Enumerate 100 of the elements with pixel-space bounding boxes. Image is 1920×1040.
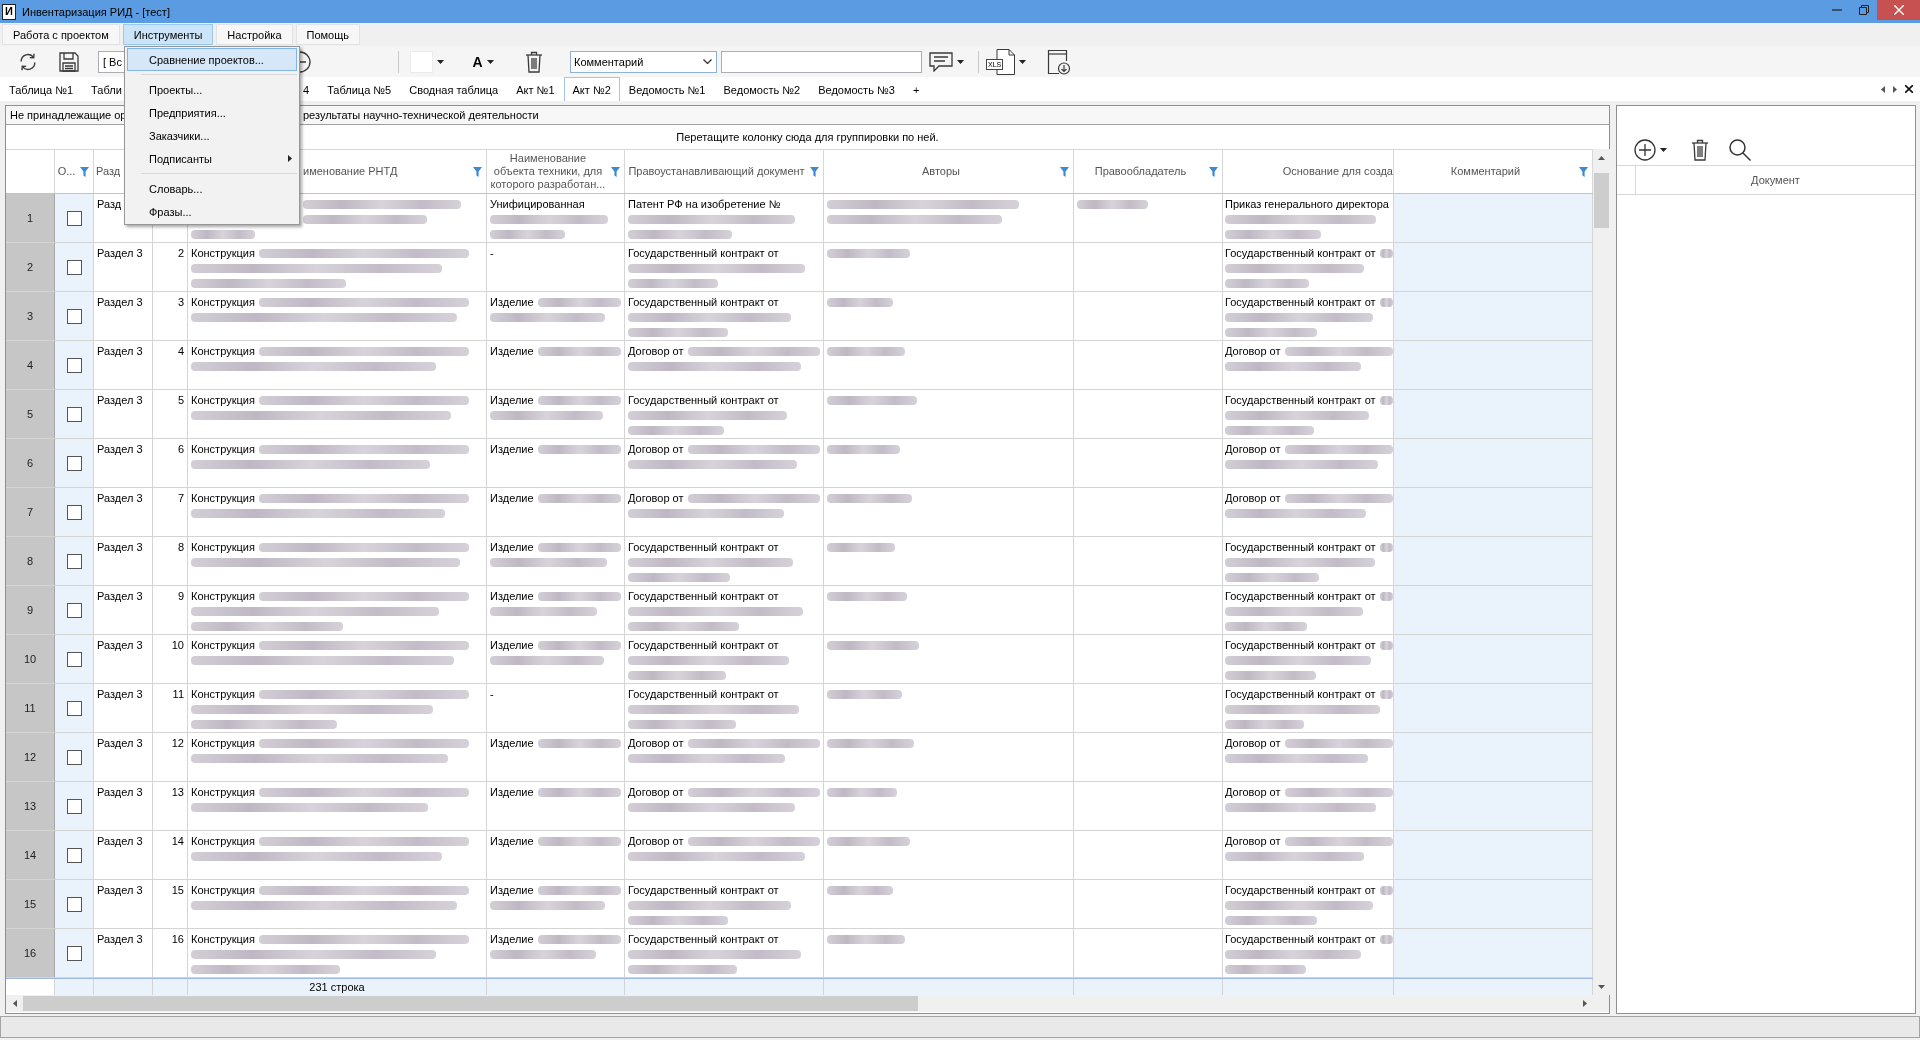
tab[interactable]: Ведомость №1 (619, 77, 715, 101)
scroll-right-icon[interactable] (1582, 1000, 1587, 1007)
checkbox[interactable] (66, 308, 82, 324)
checkbox[interactable] (66, 700, 82, 716)
row-header[interactable]: 2 (6, 243, 55, 291)
checkbox[interactable] (66, 749, 82, 765)
comment-cell[interactable] (1394, 243, 1593, 291)
comment-cell[interactable] (1394, 880, 1593, 928)
comment-cell[interactable] (1394, 390, 1593, 438)
comment-cell[interactable] (1394, 782, 1593, 830)
filter-icon[interactable] (473, 166, 482, 177)
filter-icon[interactable] (80, 166, 89, 177)
tab[interactable]: Акт №1 (507, 77, 564, 101)
scrollbar-thumb[interactable] (23, 996, 918, 1011)
tab[interactable]: Ведомость №2 (714, 77, 810, 101)
tab[interactable]: + (903, 77, 929, 101)
comment-cell[interactable] (1394, 635, 1593, 683)
filter-icon[interactable] (1579, 166, 1588, 177)
menu-item[interactable]: Предприятия... (127, 101, 297, 124)
comment-cell[interactable] (1394, 586, 1593, 634)
column-header[interactable]: Наименование объекта техники, для которого разработан... (490, 152, 606, 191)
column-header[interactable]: Разд (96, 165, 121, 178)
scroll-left-icon[interactable] (12, 1000, 17, 1007)
filter-icon[interactable] (1060, 166, 1069, 177)
menu-item[interactable]: Инструменты (122, 24, 214, 45)
comment-cell[interactable] (1394, 194, 1593, 242)
filter-icon[interactable] (611, 166, 620, 177)
row-header[interactable]: 11 (6, 684, 55, 732)
checkbox[interactable] (66, 406, 82, 422)
checkbox[interactable] (66, 504, 82, 520)
tab[interactable]: Табли (82, 77, 123, 101)
scroll-up-icon[interactable] (1598, 155, 1605, 160)
row-header[interactable]: 1 (6, 194, 55, 242)
checkbox[interactable] (66, 602, 82, 618)
checkbox[interactable] (66, 553, 82, 569)
checkbox[interactable] (66, 847, 82, 863)
column-header[interactable]: именование РНТД (303, 165, 398, 178)
row-header[interactable]: 16 (6, 929, 55, 977)
column-header[interactable]: О... (57, 165, 76, 178)
menu-item[interactable]: Проекты... (127, 78, 297, 101)
close-button[interactable] (1877, 0, 1920, 20)
scrollbar-thumb[interactable] (1594, 173, 1609, 228)
column-header[interactable]: Документ (1751, 174, 1800, 186)
menu-item[interactable]: Сравнение проектов... (127, 48, 297, 71)
menu-item[interactable]: Фразы... (127, 200, 297, 223)
tab[interactable]: Таблица №5 (318, 77, 401, 101)
checkbox[interactable] (66, 210, 82, 226)
checkbox[interactable] (66, 896, 82, 912)
menu-item[interactable]: Заказчики... (127, 124, 297, 147)
row-header[interactable]: 10 (6, 635, 55, 683)
comment-cell[interactable] (1394, 341, 1593, 389)
row-header[interactable]: 7 (6, 488, 55, 536)
row-header[interactable]: 9 (6, 586, 55, 634)
row-header[interactable]: 14 (6, 831, 55, 879)
checkbox[interactable] (66, 945, 82, 961)
comment-cell[interactable] (1394, 831, 1593, 879)
scroll-tabs-left-button[interactable] (1879, 83, 1887, 95)
comment-cell[interactable] (1394, 929, 1593, 977)
tab[interactable]: 4 (300, 77, 319, 101)
row-header[interactable]: 6 (6, 439, 55, 487)
column-header[interactable]: Основание для созда (1282, 165, 1393, 178)
scroll-down-icon[interactable] (1598, 984, 1605, 989)
checkbox[interactable] (66, 259, 82, 275)
row-header[interactable]: 3 (6, 292, 55, 340)
comment-cell[interactable] (1394, 684, 1593, 732)
menu-item[interactable]: Словарь... (127, 177, 297, 200)
row-header[interactable]: 4 (6, 341, 55, 389)
close-tab-button[interactable] (1903, 83, 1915, 95)
tab[interactable]: Ведомость №3 (809, 77, 904, 101)
column-header[interactable]: Авторы (922, 165, 960, 178)
checkbox[interactable] (66, 798, 82, 814)
menu-item[interactable]: Работа с проектом (2, 24, 120, 45)
tab[interactable]: Таблица №1 (0, 77, 83, 101)
tab[interactable]: Сводная таблица (400, 77, 508, 101)
comment-cell[interactable] (1394, 439, 1593, 487)
filter-icon[interactable] (1209, 166, 1218, 177)
row-header[interactable]: 15 (6, 880, 55, 928)
column-header[interactable]: Правообладатель (1094, 165, 1187, 178)
menu-item[interactable]: Подписанты (127, 147, 297, 170)
row-header[interactable]: 12 (6, 733, 55, 781)
tab[interactable]: Акт №2 (563, 77, 620, 101)
comment-cell[interactable] (1394, 488, 1593, 536)
text-field[interactable] (721, 50, 922, 73)
checkbox[interactable] (66, 357, 82, 373)
select-field[interactable]: [ Вс (98, 50, 124, 73)
search-button[interactable] (1726, 137, 1754, 163)
scroll-tabs-right-button[interactable] (1891, 83, 1899, 95)
filter-icon[interactable] (810, 166, 819, 177)
comment-cell[interactable] (1394, 537, 1593, 585)
row-header[interactable]: 5 (6, 390, 55, 438)
horizontal-scrollbar[interactable] (6, 995, 1609, 1012)
font-color-button[interactable]: A (465, 47, 501, 76)
comment-cell[interactable] (1394, 292, 1593, 340)
column-header[interactable]: Комментарий (1450, 165, 1521, 178)
menu-item[interactable]: Помощь (295, 24, 360, 45)
checkbox[interactable] (66, 651, 82, 667)
select-field[interactable]: Комментарий (570, 50, 717, 73)
column-header[interactable]: Правоустанавливающий документ (628, 165, 805, 178)
row-header[interactable]: 13 (6, 782, 55, 830)
menu-item[interactable]: Настройка (216, 24, 293, 45)
